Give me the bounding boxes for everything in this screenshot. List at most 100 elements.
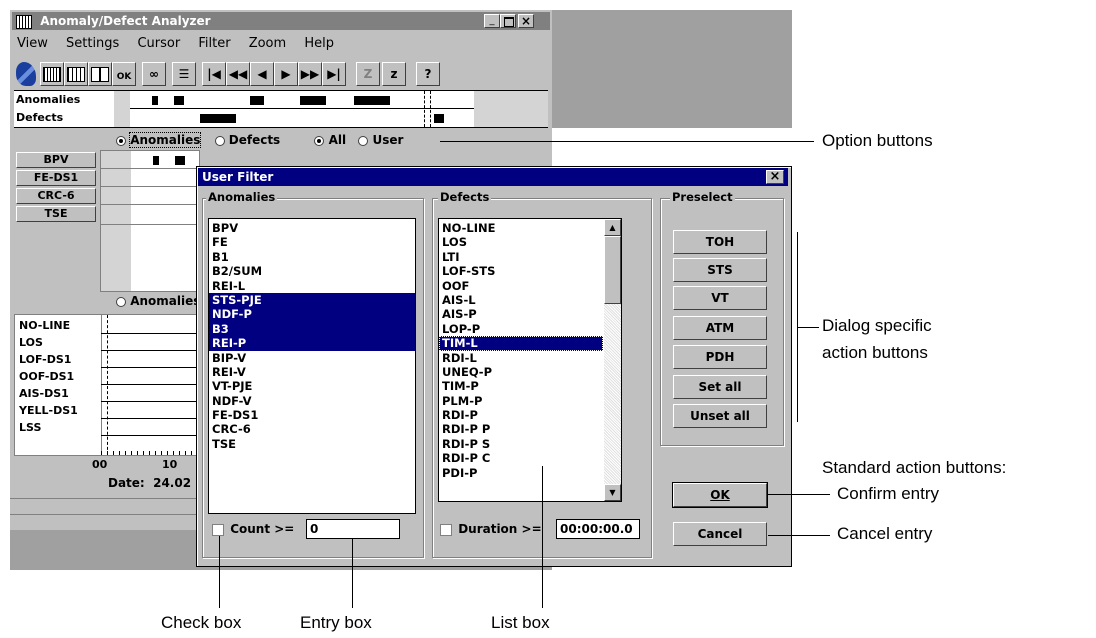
defects-list-item[interactable]: RDI-L (439, 351, 603, 365)
menu-view[interactable]: View (17, 36, 48, 51)
anomalies-list-item[interactable]: STS-PJE (209, 292, 415, 308)
anomaly-chart-graybar (101, 151, 131, 291)
defect-label-separator (101, 315, 102, 455)
menu-cursor[interactable]: Cursor (137, 36, 180, 51)
defects-list-item[interactable]: RDI-P S (439, 437, 603, 451)
status-divider (10, 514, 198, 515)
fast-back-button[interactable]: ◀◀ (226, 62, 250, 86)
radio-user[interactable]: User (358, 133, 403, 147)
defects-list-item[interactable]: AIS-P (439, 307, 603, 321)
defects-list-item[interactable]: AIS-L (439, 293, 603, 307)
minimize-button[interactable]: _ (484, 14, 500, 28)
anomalies-list-item[interactable]: NDF-P (209, 307, 415, 322)
defects-list-item[interactable]: LTI (439, 250, 603, 264)
preselect-atm-button[interactable]: ATM (673, 316, 767, 340)
defects-list-item[interactable]: PDI-P (439, 466, 603, 480)
anomalies-list-item[interactable]: FE (209, 235, 415, 249)
anomalies-list-item[interactable]: CRC-6 (209, 422, 415, 436)
list-button[interactable]: ☰ (172, 62, 196, 86)
last-button[interactable]: ▶| (322, 62, 346, 86)
count-entry-box[interactable]: 0 (306, 519, 400, 539)
cancel-button[interactable]: Cancel (673, 522, 767, 546)
anomalies-list-item[interactable]: VT-PJE (209, 379, 415, 393)
defects-list-item[interactable]: RDI-P P (439, 422, 603, 436)
anomalies-list-item[interactable]: B3 (209, 321, 415, 337)
back-button[interactable]: ◀ (250, 62, 274, 86)
defects-list-item[interactable]: RDI-P (439, 408, 603, 422)
scroll-up-button[interactable]: ▲ (604, 219, 621, 236)
scroll-down-button[interactable]: ▼ (604, 484, 621, 501)
duration-value: 00:00:00.0 (560, 522, 633, 536)
defects-list-box[interactable]: NO-LINE LOS LTI LOF-STS OOF AIS-L AIS-P LOP-P TI… (438, 218, 622, 502)
callout-cancel-entry: Cancel entry (837, 524, 933, 543)
anomaly-mark (354, 96, 390, 105)
preselect-pdh-button[interactable]: PDH (673, 345, 767, 369)
radio-all[interactable]: All (314, 133, 346, 147)
duration-entry-box[interactable]: 00:00:00.0 (556, 519, 640, 539)
preselect-sts-button[interactable]: STS (673, 258, 767, 282)
count-value: 0 (310, 522, 319, 536)
anomalies-list-item[interactable]: NDF-V (209, 394, 415, 408)
graph-view-button[interactable] (40, 62, 64, 86)
anomalies-list-item[interactable]: BPV (209, 221, 415, 235)
radio-defects[interactable]: Defects (214, 133, 280, 147)
anomalies-list-item[interactable]: REI-P (209, 336, 415, 351)
menu-zoom[interactable]: Zoom (249, 36, 286, 51)
anomalies-list-item[interactable]: REI-L (209, 279, 415, 293)
anomaly-button-crc-6[interactable]: CRC-6 (16, 188, 96, 204)
first-button[interactable]: |◀ (202, 62, 226, 86)
anomalies-list-item[interactable]: BIP-V (209, 351, 415, 365)
defects-list-item[interactable]: TIM-L (439, 336, 603, 351)
defects-scrollbar[interactable]: ▲ ▼ (604, 219, 621, 501)
radio-anomalies[interactable]: Anomalies (116, 132, 202, 148)
menu-help[interactable]: Help (304, 36, 334, 51)
defects-list-item[interactable]: OOF (439, 279, 603, 293)
table-view-button[interactable] (64, 62, 88, 86)
anomaly-button-bpv[interactable]: BPV (16, 152, 96, 168)
fast-forward-button[interactable]: ▶▶ (298, 62, 322, 86)
duration-checkbox[interactable] (440, 523, 452, 536)
maximize-button[interactable] (500, 14, 516, 28)
scroll-thumb[interactable] (604, 236, 621, 304)
ok-filter-button[interactable]: OK (112, 62, 136, 86)
defects-list-item[interactable]: LOS (439, 235, 603, 249)
menu-filter[interactable]: Filter (198, 36, 230, 51)
defects-list-item[interactable]: UNEQ-P (439, 365, 603, 379)
anomalies-list-item[interactable]: REI-V (209, 365, 415, 379)
callout-check-box: Check box (161, 613, 242, 632)
radio-anomalies-2[interactable]: Anomalies (116, 294, 200, 308)
forward-button[interactable]: ▶ (274, 62, 298, 86)
defects-list-item[interactable]: NO-LINE (439, 221, 603, 235)
defects-list-item[interactable]: LOP-P (439, 322, 603, 336)
anomalies-group-title: Anomalies (206, 190, 278, 204)
zoom-outline-button[interactable]: Z (356, 62, 380, 86)
count-checkbox[interactable] (212, 523, 224, 536)
confirm-leader (768, 494, 830, 495)
anomalies-list-item[interactable]: B2/SUM (209, 264, 415, 278)
set-all-button[interactable]: Set all (673, 375, 767, 399)
defects-list-item[interactable]: TIM-P (439, 379, 603, 393)
defects-list-item[interactable]: PLM-P (439, 394, 603, 408)
close-button[interactable]: × (518, 14, 534, 28)
split-view-button[interactable] (88, 62, 112, 86)
anomaly-button-fe-ds1[interactable]: FE-DS1 (16, 170, 96, 186)
unset-all-button[interactable]: Unset all (673, 404, 767, 428)
anomalies-list-box[interactable]: BPV FE B1 B2/SUM REI-L STS-PJE NDF-P B3 REI-P BIP… (208, 218, 416, 514)
dialog-close-button[interactable]: × (766, 170, 784, 184)
zoom-button[interactable]: z (382, 62, 406, 86)
anomalies-list-item[interactable]: FE-DS1 (209, 408, 415, 422)
preselect-vt-button[interactable]: VT (673, 286, 767, 310)
maximize-icon (504, 17, 514, 27)
defects-list-item[interactable]: RDI-P C (439, 451, 603, 465)
ok-button[interactable]: OK (672, 482, 768, 508)
defects-list-item[interactable]: LOF-STS (439, 264, 603, 278)
anomaly-mark (174, 96, 184, 105)
anomaly-button-tse[interactable]: TSE (16, 206, 96, 222)
radio-anomalies-2-dot (116, 296, 126, 307)
anomalies-list-item[interactable]: B1 (209, 250, 415, 264)
preselect-toh-button[interactable]: TOH (673, 230, 767, 254)
anomalies-list-item[interactable]: TSE (209, 437, 415, 451)
find-button[interactable]: ∞ (142, 62, 166, 86)
help-button[interactable]: ? (416, 62, 440, 86)
menu-settings[interactable]: Settings (66, 36, 119, 51)
